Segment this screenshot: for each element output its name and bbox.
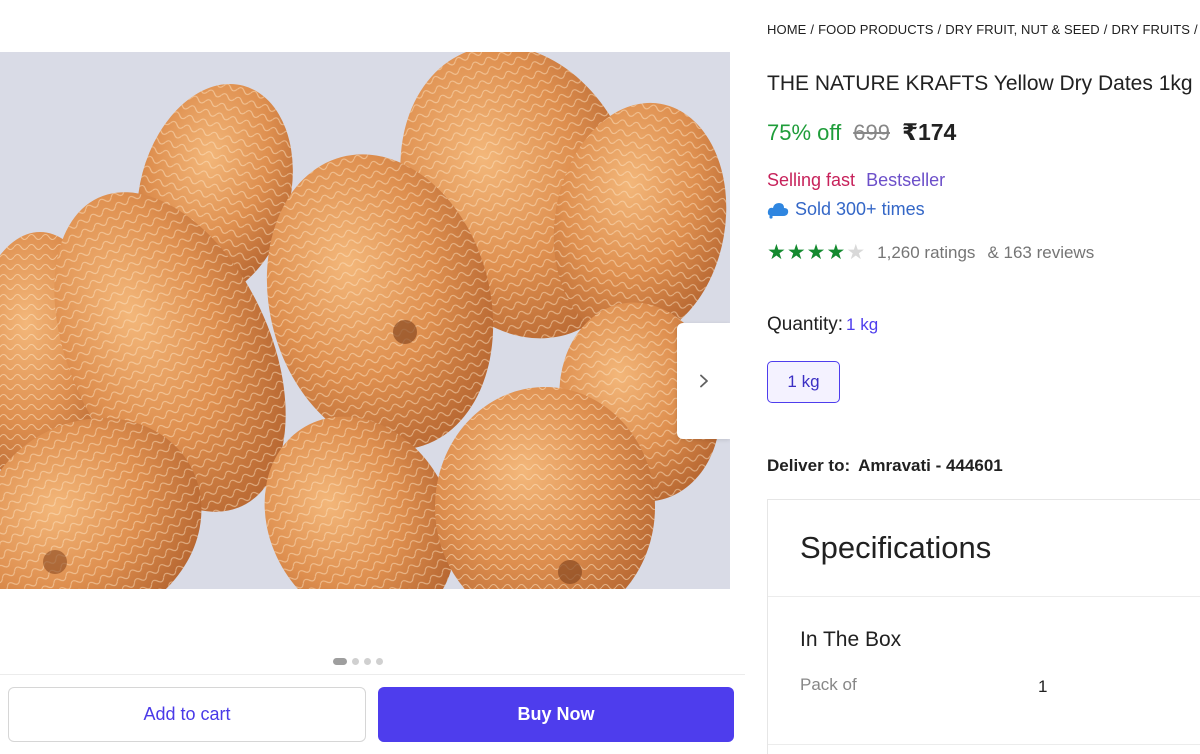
image-gallery: Add to cart Buy Now [0, 0, 745, 754]
star-icon: ★ [846, 241, 866, 264]
divider [768, 744, 1200, 745]
sold-count: Sold 300+ times [767, 199, 925, 220]
action-bar: Add to cart Buy Now [0, 674, 745, 754]
breadcrumb-separator: / [937, 22, 942, 37]
spec-value: 1 [1038, 677, 1048, 696]
selling-fast-badge: Selling fast [767, 170, 856, 190]
dates-photo [0, 52, 730, 589]
quantity-label-text: Quantity: [767, 314, 844, 335]
breadcrumb-dry-fruits[interactable]: DRY FRUITS [1112, 22, 1191, 37]
carousel-dot[interactable] [364, 658, 371, 665]
discount-percent: 75% off [767, 120, 842, 145]
delivery-address[interactable]: Amravati - 444601 [858, 456, 1003, 475]
carousel-dot[interactable] [333, 658, 347, 665]
specifications-card: Specifications In The Box Pack of 1 [767, 499, 1200, 754]
reviews-count[interactable]: & 163 reviews [987, 243, 1094, 263]
quantity-label: Quantity: 1 kg [767, 314, 878, 336]
quantity-option-1kg[interactable]: 1 kg [767, 361, 840, 403]
star-icon: ★ [826, 241, 846, 264]
star-icon: ★ [806, 241, 826, 264]
selling-price: ₹174 [901, 119, 957, 145]
breadcrumb-dry-fruit-nut-seed[interactable]: DRY FRUIT, NUT & SEED [945, 22, 1100, 37]
product-title: THE NATURE KRAFTS Yellow Dry Dates 1kg [767, 72, 1193, 95]
quantity-selected-value: 1 kg [846, 315, 879, 334]
deliver-label: Deliver to: [767, 456, 851, 475]
price-row: 75% off 699 ₹174 [767, 119, 956, 146]
breadcrumb-separator: / [810, 22, 815, 37]
add-to-cart-button[interactable]: Add to cart [8, 687, 366, 742]
product-details: HOME / FOOD PRODUCTS / DRY FRUIT, NUT & SEED… [767, 0, 1200, 754]
delivery-location: Deliver to: Amravati - 444601 [767, 456, 1003, 476]
sold-count-text: Sold 300+ times [795, 199, 925, 219]
buy-now-button[interactable]: Buy Now [378, 687, 734, 742]
cloud-icon [767, 202, 789, 219]
star-icon: ★ [767, 241, 786, 264]
bestseller-badge: Bestseller [866, 170, 946, 190]
original-price: 699 [853, 120, 890, 145]
product-image[interactable] [0, 52, 730, 589]
spec-section-title: In The Box [800, 628, 902, 651]
chevron-right-icon [699, 374, 708, 388]
carousel-dot[interactable] [352, 658, 359, 665]
rating-row[interactable]: ★ ★ ★ ★ ★ 1,260 ratings & 163 reviews [767, 242, 1094, 263]
carousel-dot[interactable] [376, 658, 383, 665]
star-icon: ★ [786, 241, 806, 264]
divider [768, 596, 1200, 597]
breadcrumb-separator: / [1194, 22, 1198, 37]
breadcrumb-separator: / [1103, 22, 1108, 37]
ratings-count[interactable]: 1,260 ratings [877, 243, 975, 263]
carousel-indicator [333, 658, 383, 665]
breadcrumb-food-products[interactable]: FOOD PRODUCTS [818, 22, 933, 37]
product-page: Add to cart Buy Now HOME / FOOD PRODUCTS / D… [0, 0, 1200, 754]
breadcrumb-home[interactable]: HOME [767, 22, 806, 37]
spec-key: Pack of [800, 675, 857, 694]
breadcrumb: HOME / FOOD PRODUCTS / DRY FRUIT, NUT & SEED… [767, 22, 1200, 37]
next-image-button[interactable] [677, 323, 730, 439]
specifications-title: Specifications [800, 530, 992, 565]
badges: Selling fast Bestseller [767, 170, 945, 191]
star-rating: ★ ★ ★ ★ ★ [767, 242, 865, 263]
